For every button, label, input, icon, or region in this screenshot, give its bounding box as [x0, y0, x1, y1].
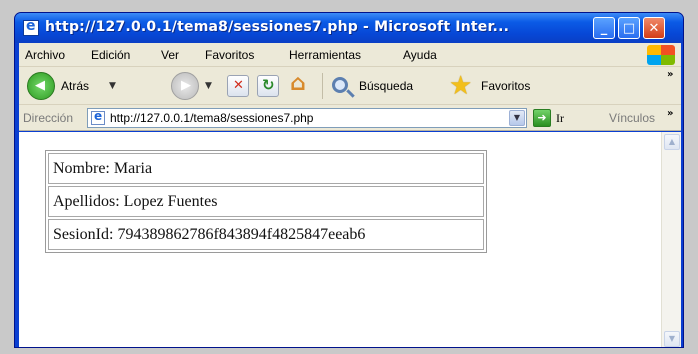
address-dropdown-icon[interactable]: ▼: [509, 110, 525, 126]
ie-page-icon: [23, 18, 39, 36]
favorites-button-label[interactable]: Favoritos: [481, 79, 530, 93]
address-label: Dirección: [23, 111, 74, 125]
minimize-button[interactable]: _: [593, 17, 615, 39]
apellidos-cell: Apellidos: Lopez Fuentes: [48, 186, 484, 217]
menu-ver[interactable]: Ver: [161, 48, 179, 62]
address-url[interactable]: http://127.0.0.1/tema8/sessiones7.php: [110, 111, 313, 125]
search-icon[interactable]: [332, 77, 348, 93]
title-bar[interactable]: http://127.0.0.1/tema8/sessiones7.php - …: [15, 13, 683, 43]
forward-dropdown-icon[interactable]: ▼: [205, 81, 212, 91]
menu-ayuda[interactable]: Ayuda: [403, 48, 437, 62]
close-button[interactable]: ✕: [643, 17, 665, 39]
search-button-label[interactable]: Búsqueda: [359, 79, 413, 93]
go-icon[interactable]: ➜: [533, 109, 551, 127]
links-overflow-chevron[interactable]: »: [667, 108, 673, 119]
go-button-label[interactable]: Ir: [556, 111, 564, 126]
table-row: Nombre: Maria: [48, 153, 484, 184]
toolbar-separator: [322, 73, 323, 99]
browser-window: http://127.0.0.1/tema8/sessiones7.php - …: [14, 12, 684, 348]
back-icon[interactable]: [27, 72, 55, 100]
forward-icon[interactable]: [171, 72, 199, 100]
sesionid-cell: SesionId: 794389862786f843894f4825847eea…: [48, 219, 484, 250]
toolbar-overflow-chevron[interactable]: »: [667, 69, 673, 80]
menu-bar: Archivo Edición Ver Favoritos Herramient…: [19, 43, 681, 67]
maximize-button[interactable]: □: [618, 17, 640, 39]
table-row: SesionId: 794389862786f843894f4825847eea…: [48, 219, 484, 250]
back-dropdown-icon[interactable]: ▼: [109, 81, 116, 91]
star-icon[interactable]: ★: [449, 71, 472, 101]
vertical-scrollbar[interactable]: ▲ ▼: [661, 132, 681, 347]
menu-edicion[interactable]: Edición: [91, 48, 130, 62]
address-input[interactable]: http://127.0.0.1/tema8/sessiones7.php ▼: [87, 108, 527, 128]
nombre-cell: Nombre: Maria: [48, 153, 484, 184]
menu-herramientas[interactable]: Herramientas: [289, 48, 361, 62]
windows-logo-icon: [647, 45, 675, 65]
page-content: Nombre: Maria Apellidos: Lopez Fuentes S…: [19, 132, 681, 347]
links-label[interactable]: Vínculos: [609, 111, 655, 125]
menu-favoritos[interactable]: Favoritos: [205, 48, 254, 62]
scroll-down-icon[interactable]: ▼: [664, 331, 680, 347]
home-icon[interactable]: [289, 71, 311, 97]
scroll-up-icon[interactable]: ▲: [664, 134, 680, 150]
menu-archivo[interactable]: Archivo: [25, 48, 65, 62]
back-button-label[interactable]: Atrás: [61, 79, 89, 93]
window-title: http://127.0.0.1/tema8/sessiones7.php - …: [45, 19, 510, 35]
refresh-icon[interactable]: [257, 75, 279, 97]
session-table: Nombre: Maria Apellidos: Lopez Fuentes S…: [45, 150, 487, 253]
page-icon: [91, 109, 105, 125]
table-row: Apellidos: Lopez Fuentes: [48, 186, 484, 217]
address-bar: Dirección http://127.0.0.1/tema8/session…: [19, 105, 681, 131]
stop-icon[interactable]: [227, 75, 249, 97]
standard-toolbar: Atrás ▼ ▼ Búsqueda ★ Favoritos »: [19, 67, 681, 105]
